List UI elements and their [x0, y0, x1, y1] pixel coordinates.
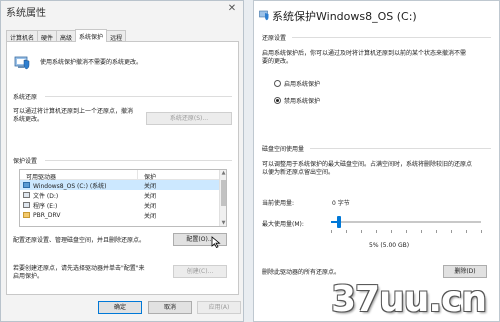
drive-protection: 关闭: [144, 212, 157, 220]
dialog-title: 系统保护Windows8_OS (C:): [272, 10, 417, 23]
site-watermark: 37uu.cn: [331, 279, 487, 320]
system-protection-panel: 使用系统保护撤消不需要的系统更改。 系统还原 可以通过将计算机还原到上一个还原点…: [6, 41, 239, 295]
table-row[interactable]: PBR_DRV 关闭: [20, 210, 226, 220]
create-text-line2: 启用保护。: [13, 273, 44, 280]
ok-button[interactable]: 确定: [98, 301, 142, 314]
configure-text: 配置还原设置、管理磁盘空间，并且删除还原点。: [13, 237, 146, 244]
slider-thumb[interactable]: [337, 216, 341, 228]
slider-tick: [331, 230, 332, 233]
slider-tick: [391, 230, 392, 233]
restore-settings-text-line1: 启用系统保护后，你可以通过及时将计算机还原到以前的某个状态来撤消不需: [262, 50, 467, 57]
max-usage-slider[interactable]: [331, 216, 481, 228]
slider-tick: [436, 230, 437, 233]
current-usage-label: 当前使用量:: [262, 200, 295, 207]
system-restore-label: 系统还原: [13, 94, 38, 101]
disk-usage-description: 可以调整用于系统保护的最大磁盘空间。占满空间时，系统将删除较旧的还原点 以便为新…: [262, 161, 490, 177]
drive-name: PBR_DRV: [33, 211, 61, 219]
drive-table[interactable]: 可用驱动器 保护 Windows8_OS (C:) (系统) 关闭 文件 (D:…: [19, 169, 227, 227]
disable-protection-radio[interactable]: [274, 97, 281, 104]
folder-icon: [23, 212, 30, 218]
slider-tick: [466, 230, 467, 233]
enable-protection-radio[interactable]: [274, 80, 281, 87]
slider-tick: [451, 230, 452, 233]
divider: [45, 160, 232, 161]
restore-text-line2: 系统更改。: [13, 116, 44, 123]
scroll-up-icon[interactable]: ▲: [220, 170, 226, 176]
slider-tick: [406, 230, 407, 233]
drive-protection: 关闭: [144, 192, 157, 200]
restore-settings-description: 启用系统保护后，你可以通过及时将计算机还原到以前的某个状态来撤消不需 要的更改。: [262, 50, 490, 66]
windows-drive-icon: [23, 182, 30, 188]
max-usage-value: 5% (5.00 GB): [369, 242, 410, 249]
current-usage-value: 0 字节: [332, 200, 350, 207]
slider-tick: [346, 230, 347, 233]
table-row[interactable]: 文件 (D:) 关闭: [20, 190, 226, 200]
system-properties-window: 系统属性 ✕ 计算机名 硬件 高级 系统保护 远程 使用系统保护撤消不需要的系统…: [0, 0, 244, 322]
system-restore-button[interactable]: 系统还原(S)...: [146, 112, 232, 125]
table-row[interactable]: Windows8_OS (C:) (系统) 关闭: [20, 180, 226, 190]
disable-protection-option[interactable]: 禁用系统保护: [274, 96, 320, 105]
drive-icon: [23, 202, 30, 208]
disk-usage-text-line1: 可以调整用于系统保护的最大磁盘空间。占满空间时，系统将删除较旧的还原点: [262, 161, 473, 168]
intro-text: 使用系统保护撤消不需要的系统更改。: [40, 59, 143, 66]
divider: [292, 37, 491, 38]
disable-protection-label: 禁用系统保护: [284, 98, 321, 105]
system-protection-dialog: 系统保护Windows8_OS (C:) 还原设置 启用系统保护后，你可以通过及…: [253, 0, 500, 322]
tab-system-protection[interactable]: 系统保护: [75, 29, 108, 42]
window-title: 系统属性: [6, 8, 46, 19]
system-protection-icon: [259, 10, 269, 21]
protection-settings-label: 保护设置: [13, 158, 38, 165]
slider-ticks: [331, 230, 482, 233]
apply-button[interactable]: 应用(A): [197, 301, 241, 314]
enable-protection-option[interactable]: 启用系统保护: [274, 79, 320, 88]
table-header: 可用驱动器 保护: [20, 170, 226, 181]
slider-tick: [376, 230, 377, 233]
drive-icon: [23, 192, 30, 198]
disk-usage-label: 磁盘空间使用量: [262, 146, 305, 153]
enable-protection-label: 启用系统保护: [284, 81, 321, 88]
scrollbar-thumb[interactable]: [221, 180, 226, 206]
create-text-line1: 若要创建还原点，请先选择驱动器并单击"配置"来: [13, 265, 145, 272]
slider-tick: [421, 230, 422, 233]
column-header-drive[interactable]: 可用驱动器: [20, 170, 138, 181]
scroll-down-icon[interactable]: ▼: [220, 220, 226, 226]
divider: [45, 96, 232, 97]
delete-text: 删除此驱动器的所有还原点。: [262, 269, 341, 276]
create-button[interactable]: 创建(C)...: [173, 265, 227, 278]
drive-protection: 关闭: [144, 202, 157, 210]
drive-name: 文件 (D:): [33, 192, 59, 200]
create-description: 若要创建还原点，请先选择驱动器并单击"配置"来 启用保护。: [13, 265, 163, 281]
restore-settings-label: 还原设置: [262, 35, 287, 42]
slider-tick: [481, 230, 482, 233]
table-row[interactable]: 程序 (E:) 关闭: [20, 200, 226, 210]
table-scrollbar[interactable]: ▲ ▼: [219, 170, 226, 226]
divider: [310, 148, 491, 149]
drive-protection: 关闭: [144, 182, 157, 190]
restore-text-line1: 可以通过将计算机还原到上一个还原点，撤消: [13, 108, 134, 115]
close-icon[interactable]: ✕: [224, 3, 240, 17]
drive-name: 程序 (E:): [33, 202, 58, 210]
restore-description: 可以通过将计算机还原到上一个还原点，撤消 系统更改。: [13, 108, 143, 124]
column-header-protection[interactable]: 保护: [138, 170, 156, 181]
max-usage-label: 最大使用量(M):: [262, 221, 304, 228]
system-protection-icon: [14, 56, 30, 70]
restore-settings-text-line2: 要的更改。: [262, 58, 293, 65]
slider-tick: [361, 230, 362, 233]
cancel-button[interactable]: 取消: [148, 301, 192, 314]
disk-usage-text-line2: 以便为新还原点留出空间。: [262, 169, 335, 176]
delete-button[interactable]: 删除(D): [443, 265, 487, 278]
drive-name: Windows8_OS (C:) (系统): [33, 182, 107, 190]
mouse-cursor-icon: [211, 236, 221, 248]
